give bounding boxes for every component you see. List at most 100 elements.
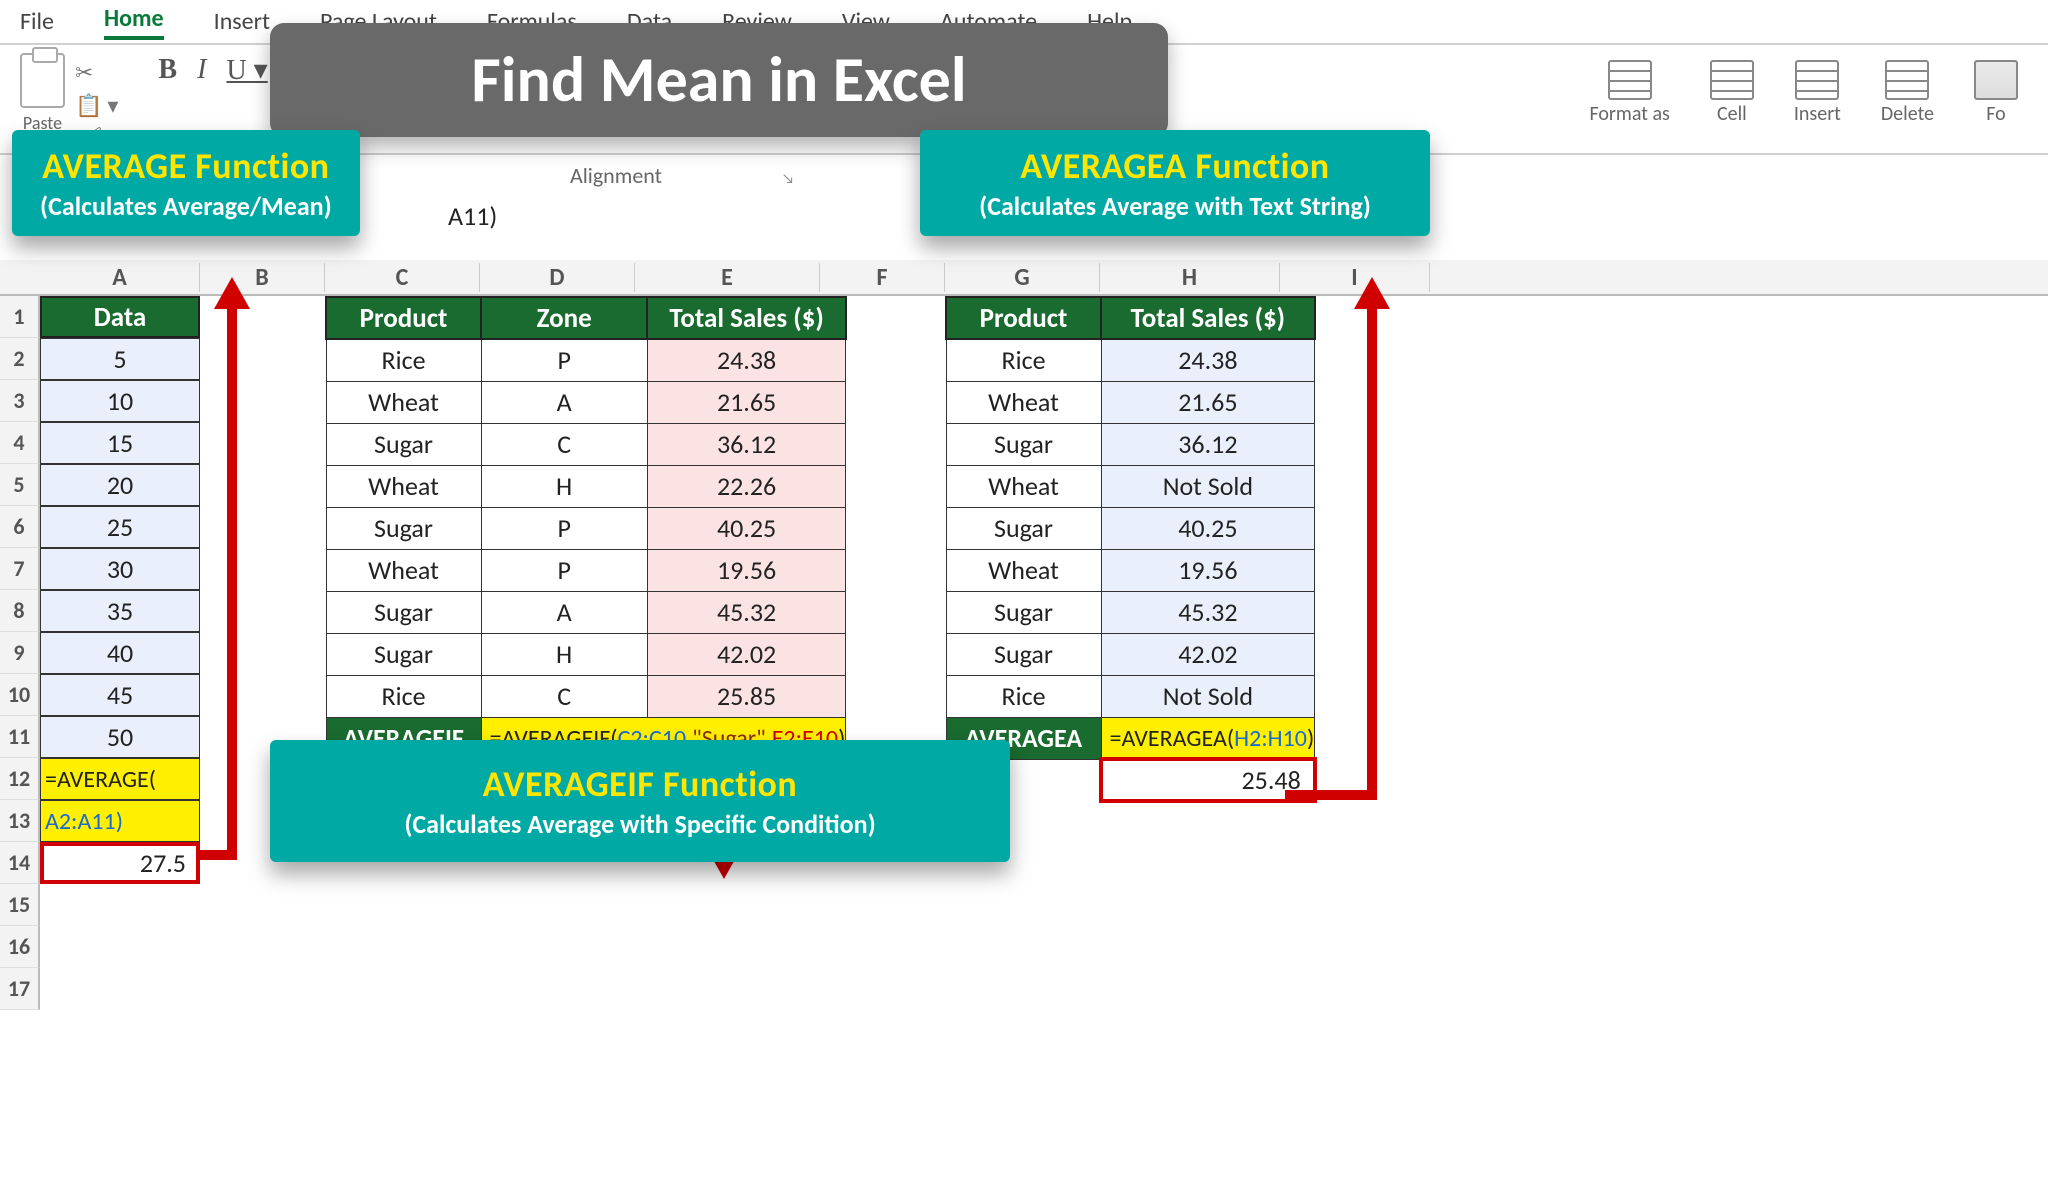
tableC-prod-3[interactable]: Wheat xyxy=(326,465,481,507)
tableA-cell-4[interactable]: 15 xyxy=(40,422,200,464)
tableA-cell-3[interactable]: 10 xyxy=(40,380,200,422)
row-10[interactable]: 10 xyxy=(0,674,40,716)
col-C[interactable]: C xyxy=(325,263,480,292)
row-1[interactable]: 1 xyxy=(0,296,40,338)
tableG-sales-3[interactable]: Not Sold xyxy=(1101,465,1315,507)
tableG-hdr-sales[interactable]: Total Sales ($) xyxy=(1101,297,1315,339)
tableG-sales-1[interactable]: 21.65 xyxy=(1101,381,1315,423)
tableA-cell-10[interactable]: 45 xyxy=(40,674,200,716)
row-2[interactable]: 2 xyxy=(0,338,40,380)
tableC-prod-0[interactable]: Rice xyxy=(326,339,481,381)
col-F[interactable]: F xyxy=(820,263,945,292)
tableG-prod-4[interactable]: Sugar xyxy=(946,507,1101,549)
tableC-sales-8[interactable]: 25.85 xyxy=(647,675,846,717)
row-11[interactable]: 11 xyxy=(0,716,40,758)
tableA-result[interactable]: 27.5 xyxy=(40,842,200,884)
tableG-sales-0[interactable]: 24.38 xyxy=(1101,339,1315,381)
tableG-prod-8[interactable]: Rice xyxy=(946,675,1101,717)
col-E[interactable]: E xyxy=(635,263,820,292)
tableC-prod-8[interactable]: Rice xyxy=(326,675,481,717)
col-A[interactable]: A xyxy=(40,263,200,292)
row-4[interactable]: 4 xyxy=(0,422,40,464)
tableC-zone-8[interactable]: C xyxy=(481,675,647,717)
tableG-sales-8[interactable]: Not Sold xyxy=(1101,675,1315,717)
tableA-cell-8[interactable]: 35 xyxy=(40,590,200,632)
format-as-table-button[interactable]: Format as xyxy=(1589,60,1669,126)
format-cells-button[interactable]: Fo xyxy=(1974,60,2018,126)
tableC-prod-7[interactable]: Sugar xyxy=(326,633,481,675)
tableA-header[interactable]: Data xyxy=(40,296,200,338)
tableC-zone-5[interactable]: P xyxy=(481,549,647,591)
tableG-prod-5[interactable]: Wheat xyxy=(946,549,1101,591)
tableC-sales-4[interactable]: 40.25 xyxy=(647,507,846,549)
row-12[interactable]: 12 xyxy=(0,758,40,800)
tableG-hdr-product[interactable]: Product xyxy=(946,297,1101,339)
underline-button[interactable]: U ▾ xyxy=(226,53,267,87)
tableC-sales-6[interactable]: 45.32 xyxy=(647,591,846,633)
row-13[interactable]: 13 xyxy=(0,800,40,842)
tableC-prod-5[interactable]: Wheat xyxy=(326,549,481,591)
tableA-cell-9[interactable]: 40 xyxy=(40,632,200,674)
delete-cells-button[interactable]: Delete xyxy=(1881,60,1934,126)
tableG-result[interactable]: 25.48 xyxy=(1101,759,1315,801)
row-9[interactable]: 9 xyxy=(0,632,40,674)
tableC-prod-6[interactable]: Sugar xyxy=(326,591,481,633)
row-14[interactable]: 14 xyxy=(0,842,40,884)
row-5[interactable]: 5 xyxy=(0,464,40,506)
tableC-zone-0[interactable]: P xyxy=(481,339,647,381)
tableC-zone-2[interactable]: C xyxy=(481,423,647,465)
tableC-prod-2[interactable]: Sugar xyxy=(326,423,481,465)
menu-home[interactable]: Home xyxy=(104,4,164,40)
tableG-prod-2[interactable]: Sugar xyxy=(946,423,1101,465)
tableC-prod-4[interactable]: Sugar xyxy=(326,507,481,549)
tableG-sales-7[interactable]: 42.02 xyxy=(1101,633,1315,675)
tableC-sales-3[interactable]: 22.26 xyxy=(647,465,846,507)
tableA-cell-2[interactable]: 5 xyxy=(40,338,200,380)
tableC-zone-1[interactable]: A xyxy=(481,381,647,423)
tableA-cell-7[interactable]: 30 xyxy=(40,548,200,590)
tableC-zone-3[interactable]: H xyxy=(481,465,647,507)
tableA-formula-line1[interactable]: =AVERAGE( xyxy=(40,758,200,800)
tableG-sales-5[interactable]: 19.56 xyxy=(1101,549,1315,591)
tableA-formula-line2[interactable]: A2:A11) xyxy=(40,800,200,842)
tableG-sales-6[interactable]: 45.32 xyxy=(1101,591,1315,633)
tableG-prod-7[interactable]: Sugar xyxy=(946,633,1101,675)
tableC-sales-0[interactable]: 24.38 xyxy=(647,339,846,381)
tableC-sales-7[interactable]: 42.02 xyxy=(647,633,846,675)
tableC-hdr-product[interactable]: Product xyxy=(326,297,481,339)
row-15[interactable]: 15 xyxy=(0,884,40,926)
tableC-zone-7[interactable]: H xyxy=(481,633,647,675)
tableC-hdr-zone[interactable]: Zone xyxy=(481,297,647,339)
tableC-sales-5[interactable]: 19.56 xyxy=(647,549,846,591)
tableA-cell-11[interactable]: 50 xyxy=(40,716,200,758)
row-8[interactable]: 8 xyxy=(0,590,40,632)
insert-cells-button[interactable]: Insert xyxy=(1794,60,1841,126)
row-6[interactable]: 6 xyxy=(0,506,40,548)
tableG-prod-1[interactable]: Wheat xyxy=(946,381,1101,423)
paste-group[interactable]: Paste xyxy=(20,53,65,134)
cut-icon[interactable]: ✂ xyxy=(75,59,118,86)
col-H[interactable]: H xyxy=(1100,263,1280,292)
tableC-zone-4[interactable]: P xyxy=(481,507,647,549)
row-7[interactable]: 7 xyxy=(0,548,40,590)
copy-icon[interactable]: 📋 ▾ xyxy=(75,92,118,119)
menu-file[interactable]: File xyxy=(20,7,54,36)
menu-insert[interactable]: Insert xyxy=(214,7,270,36)
formula-bar-fragment[interactable]: A11) xyxy=(448,200,497,232)
tableG-formula[interactable]: =AVERAGEA(H2:H10) xyxy=(1101,717,1315,759)
tableC-sales-2[interactable]: 36.12 xyxy=(647,423,846,465)
tableG-prod-6[interactable]: Sugar xyxy=(946,591,1101,633)
bold-button[interactable]: B xyxy=(158,54,177,86)
tableC-prod-1[interactable]: Wheat xyxy=(326,381,481,423)
italic-button[interactable]: I xyxy=(197,54,206,86)
tableA-cell-6[interactable]: 25 xyxy=(40,506,200,548)
col-D[interactable]: D xyxy=(480,263,635,292)
col-G[interactable]: G xyxy=(945,263,1100,292)
tableC-hdr-sales[interactable]: Total Sales ($) xyxy=(647,297,846,339)
row-16[interactable]: 16 xyxy=(0,926,40,968)
tableA-cell-5[interactable]: 20 xyxy=(40,464,200,506)
tableG-sales-2[interactable]: 36.12 xyxy=(1101,423,1315,465)
tableG-sales-4[interactable]: 40.25 xyxy=(1101,507,1315,549)
dialog-launcher-icon[interactable]: ↘ xyxy=(782,170,794,187)
tableG-prod-3[interactable]: Wheat xyxy=(946,465,1101,507)
